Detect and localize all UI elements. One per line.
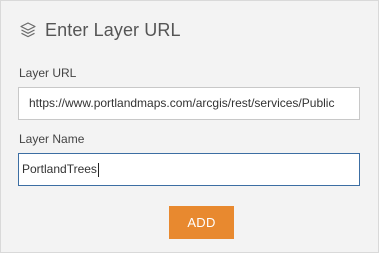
layers-icon bbox=[19, 21, 37, 39]
layer-url-input[interactable]: https://www.portlandmaps.com/arcgis/rest… bbox=[18, 87, 360, 120]
panel-header: Enter Layer URL bbox=[19, 18, 181, 42]
add-button[interactable]: ADD bbox=[169, 206, 234, 239]
layer-name-value: PortlandTrees bbox=[22, 162, 97, 176]
layer-url-value: https://www.portlandmaps.com/arcgis/rest… bbox=[29, 96, 335, 110]
enter-layer-url-panel: Enter Layer URL Layer URL https://www.po… bbox=[0, 0, 379, 253]
panel-title: Enter Layer URL bbox=[45, 19, 181, 40]
text-cursor bbox=[97, 162, 99, 177]
layer-name-input[interactable]: PortlandTrees bbox=[18, 153, 360, 186]
layer-name-label: Layer Name bbox=[19, 132, 85, 146]
layer-url-label: Layer URL bbox=[19, 66, 77, 80]
